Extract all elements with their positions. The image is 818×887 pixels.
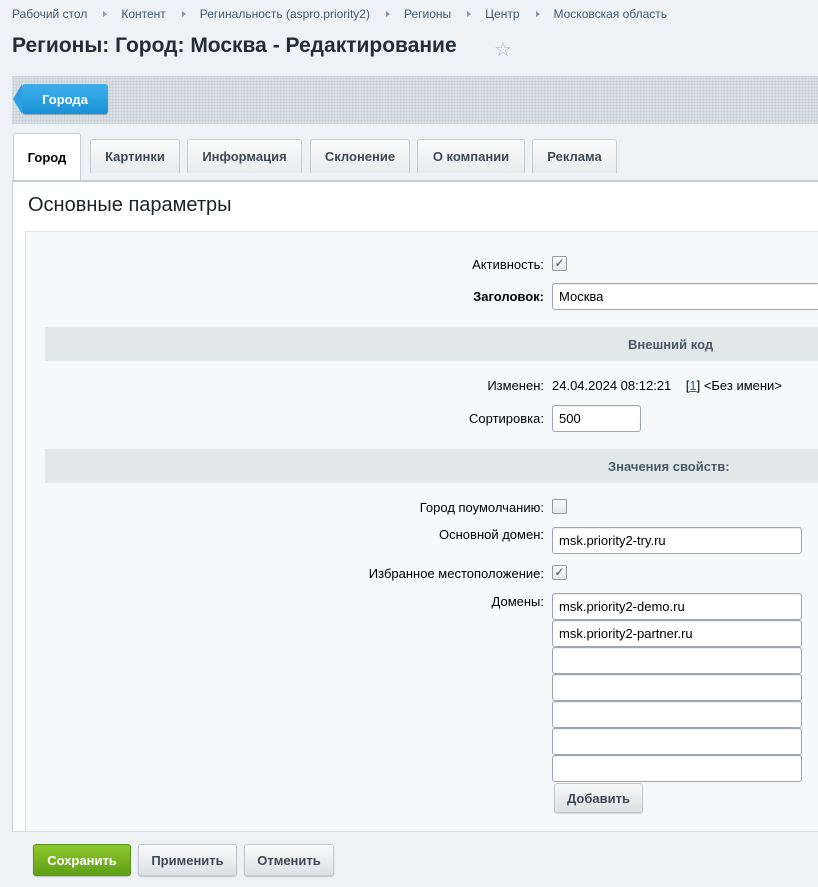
breadcrumb-item-desktop[interactable]: Рабочий стол bbox=[12, 7, 87, 21]
chevron-right-icon bbox=[385, 11, 390, 17]
star-icon[interactable]: ☆ bbox=[494, 37, 512, 62]
main-domain-label: Основной домен: bbox=[439, 527, 544, 542]
tab-advertising[interactable]: Реклама bbox=[532, 139, 617, 173]
tab-pictures[interactable]: Картинки bbox=[90, 139, 180, 173]
tab-information[interactable]: Информация bbox=[187, 139, 302, 173]
favorite-location-label: Избранное местоположение: bbox=[368, 566, 544, 581]
footer-bar bbox=[12, 831, 818, 887]
default-city-label: Город поумолчанию: bbox=[419, 500, 544, 515]
apply-button[interactable]: Применить bbox=[138, 844, 237, 876]
active-label: Активность: bbox=[472, 257, 544, 272]
chevron-right-icon bbox=[467, 11, 472, 17]
domains-label: Домены: bbox=[491, 594, 544, 609]
sort-input[interactable] bbox=[552, 405, 641, 432]
modified-user-name: <Без имени> bbox=[703, 378, 782, 393]
main-domain-input[interactable] bbox=[552, 527, 802, 554]
tab-city[interactable]: Город bbox=[13, 133, 81, 181]
page-title: Регионы: Город: Москва - Редактирование bbox=[12, 34, 457, 57]
breadcrumb-item-center[interactable]: Центр bbox=[485, 7, 519, 21]
add-domain-button[interactable]: Добавить bbox=[554, 783, 643, 813]
chevron-right-icon bbox=[103, 11, 108, 17]
external-code-header: Внешний код bbox=[45, 327, 818, 361]
default-city-checkbox[interactable] bbox=[552, 499, 567, 514]
breadcrumb-item-regionality[interactable]: Регинальность (aspro.priority2) bbox=[200, 7, 370, 21]
domain-input[interactable] bbox=[552, 728, 802, 755]
external-code-label: Внешний код bbox=[628, 336, 714, 352]
domain-input[interactable] bbox=[552, 755, 802, 782]
breadcrumb: Рабочий стол Контент Регинальность (aspr… bbox=[12, 6, 667, 22]
chevron-right-icon bbox=[181, 11, 186, 17]
domain-input[interactable] bbox=[552, 674, 802, 701]
tab-bar: Город Картинки Информация Склонение О ко… bbox=[12, 133, 818, 181]
modified-label: Изменен: bbox=[487, 378, 544, 393]
domain-input[interactable] bbox=[552, 647, 802, 674]
sort-label: Сортировка: bbox=[469, 411, 544, 426]
breadcrumb-item-moscow-region[interactable]: Московская область bbox=[554, 7, 668, 21]
tab-about-company[interactable]: О компании bbox=[417, 139, 525, 173]
domain-input[interactable] bbox=[552, 593, 802, 620]
chevron-right-icon bbox=[535, 11, 540, 17]
domain-input[interactable] bbox=[552, 701, 802, 728]
breadcrumb-item-content[interactable]: Контент bbox=[121, 7, 165, 21]
back-to-cities-button[interactable]: Города bbox=[13, 84, 108, 114]
properties-header-label: Значения свойств: bbox=[608, 458, 730, 474]
title-input[interactable] bbox=[552, 283, 818, 310]
cancel-button[interactable]: Отменить bbox=[244, 844, 334, 876]
breadcrumb-item-regions[interactable]: Регионы bbox=[404, 7, 451, 21]
title-label: Заголовок: bbox=[473, 289, 544, 304]
tab-declension[interactable]: Склонение bbox=[310, 139, 410, 173]
modified-user-link[interactable]: 1 bbox=[689, 378, 696, 393]
save-button[interactable]: Сохранить bbox=[33, 844, 131, 876]
context-toolbar bbox=[12, 76, 818, 124]
domain-input[interactable] bbox=[552, 620, 802, 647]
properties-header: Значения свойств: bbox=[45, 449, 818, 483]
section-title: Основные параметры bbox=[28, 194, 232, 216]
favorite-location-checkbox[interactable]: ✓ bbox=[552, 565, 567, 580]
active-checkbox[interactable]: ✓ bbox=[552, 256, 567, 271]
modified-date: 24.04.2024 08:12:21 bbox=[552, 378, 672, 393]
modified-value: 24.04.2024 08:12:21 [1] <Без имени> bbox=[552, 378, 782, 393]
